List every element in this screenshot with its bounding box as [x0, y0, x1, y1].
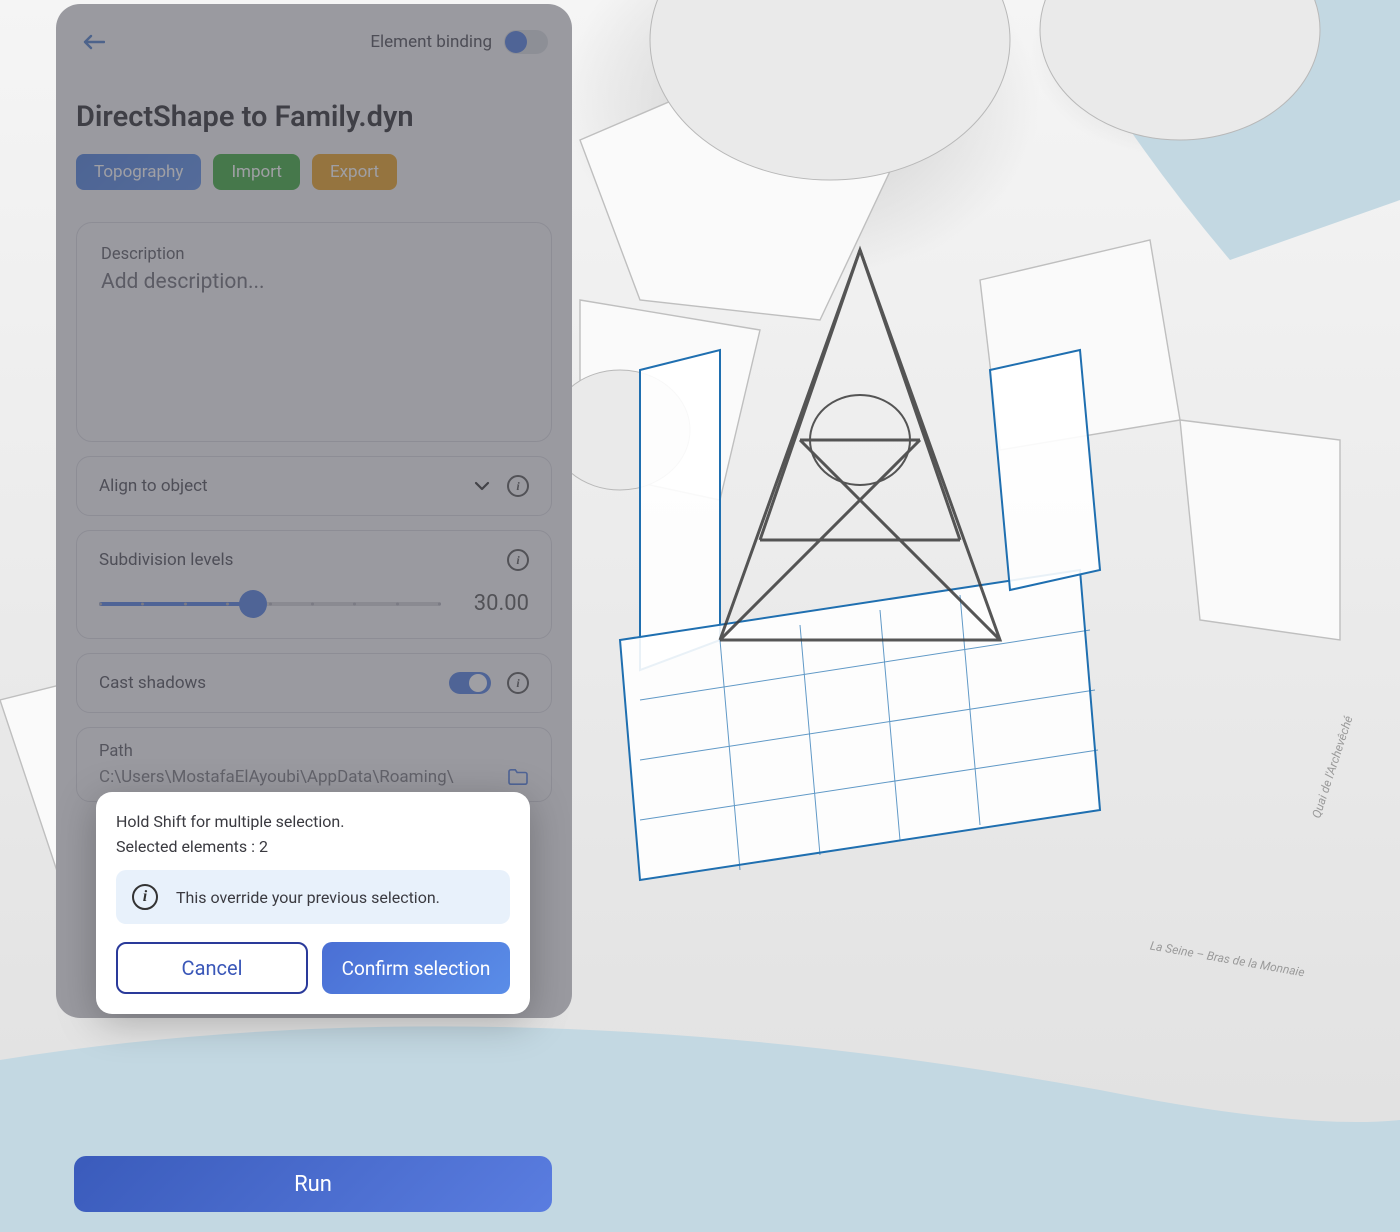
page-title: DirectShape to Family.dyn [76, 100, 552, 134]
popup-status: Selected elements : 2 [116, 837, 510, 856]
info-icon[interactable]: i [507, 549, 529, 571]
popup-hint: Hold Shift for multiple selection. [116, 812, 510, 831]
cast-shadows-card: Cast shadows i [76, 653, 552, 713]
description-placeholder: Add description... [101, 270, 527, 294]
cast-shadows-label: Cast shadows [99, 673, 206, 693]
element-binding-label: Element binding [370, 32, 492, 52]
align-label: Align to object [99, 476, 208, 496]
cancel-button[interactable]: Cancel [116, 942, 308, 994]
tag-export[interactable]: Export [312, 154, 397, 190]
info-icon[interactable]: i [507, 672, 529, 694]
subdivision-value: 30.00 [465, 591, 529, 616]
tag-topography[interactable]: Topography [76, 154, 201, 190]
description-label: Description [101, 245, 527, 264]
path-value: C:\Users\MostafaElAyoubi\AppData\Roaming… [99, 767, 497, 787]
selection-popup: Hold Shift for multiple selection. Selec… [96, 792, 530, 1014]
subdivision-label: Subdivision levels [99, 550, 233, 570]
popup-info-text: This override your previous selection. [176, 888, 440, 907]
path-card: Path C:\Users\MostafaElAyoubi\AppData\Ro… [76, 727, 552, 802]
confirm-selection-button[interactable]: Confirm selection [322, 942, 510, 994]
chevron-down-icon [473, 477, 491, 495]
description-card[interactable]: Description Add description... [76, 222, 552, 442]
run-button[interactable]: Run [74, 1156, 552, 1212]
tag-import[interactable]: Import [213, 154, 300, 190]
element-binding-toggle[interactable] [504, 30, 548, 54]
subdivision-slider[interactable] [99, 602, 441, 606]
info-icon: i [132, 884, 158, 910]
align-to-object-dropdown[interactable]: Align to object i [76, 456, 552, 516]
cast-shadows-toggle[interactable] [449, 672, 491, 694]
folder-icon[interactable] [507, 768, 529, 786]
slider-thumb[interactable] [239, 590, 267, 618]
popup-info-banner: i This override your previous selection. [116, 870, 510, 924]
subdivision-card: Subdivision levels i 30.00 [76, 530, 552, 639]
back-button[interactable] [80, 28, 108, 56]
path-label: Path [99, 742, 529, 761]
info-icon[interactable]: i [507, 475, 529, 497]
